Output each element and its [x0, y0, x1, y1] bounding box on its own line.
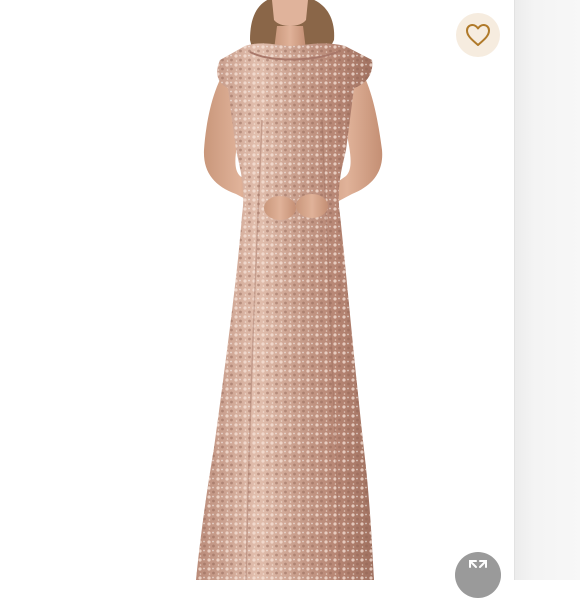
- zoom-button[interactable]: [455, 552, 501, 598]
- like-button[interactable]: [456, 13, 500, 57]
- heart-outline-icon: [466, 24, 490, 46]
- product-image-viewer: [0, 0, 580, 598]
- next-image-preview[interactable]: [514, 0, 580, 580]
- dress-photo: [196, 0, 383, 580]
- expand-icon: [469, 560, 487, 568]
- product-image[interactable]: [0, 0, 514, 580]
